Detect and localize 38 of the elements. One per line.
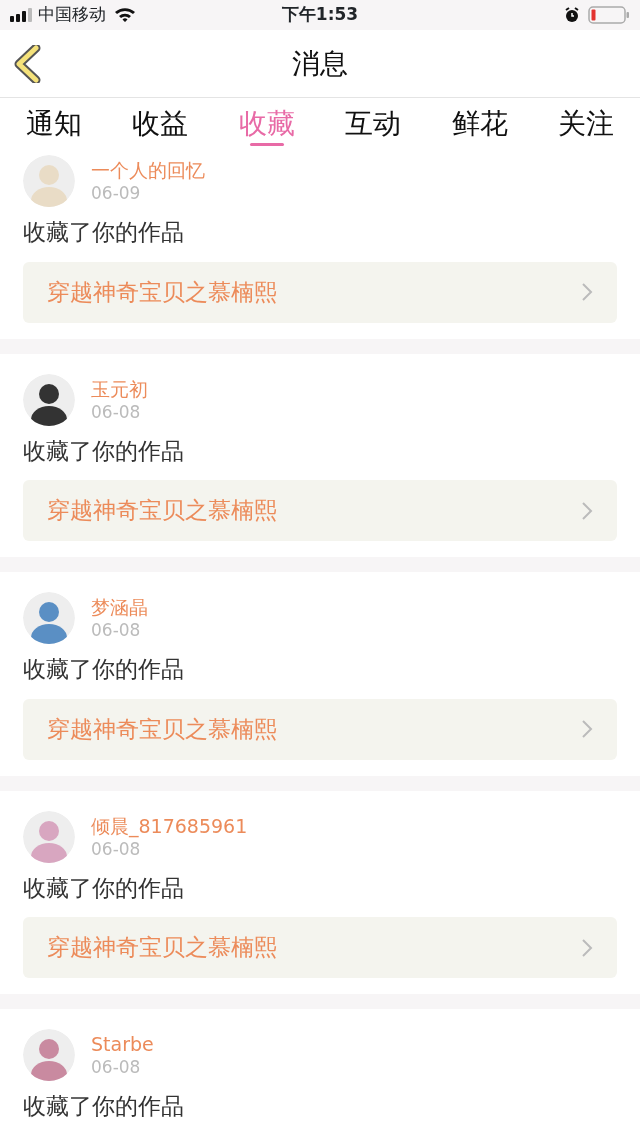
carrier-name: 中国移动 bbox=[38, 3, 106, 27]
work-link[interactable]: 穿越神奇宝贝之慕楠熙 bbox=[23, 698, 617, 760]
message-text: 收藏了你的作品 bbox=[23, 436, 185, 466]
work-link[interactable]: 穿越神奇宝贝之慕楠熙 bbox=[23, 917, 617, 978]
alarm-icon bbox=[564, 7, 580, 23]
message-date: 06-08 bbox=[91, 1056, 142, 1078]
tab[interactable]: 收益 bbox=[114, 98, 207, 150]
message-date: 06-08 bbox=[91, 400, 142, 423]
message-date: 06-08 bbox=[91, 619, 142, 641]
tab[interactable]: 收藏 bbox=[220, 98, 313, 150]
chevron-icon bbox=[581, 500, 593, 521]
page-title: 消息 bbox=[292, 45, 348, 82]
work-link[interactable]: 穿越神奇宝贝之慕楠熙 bbox=[23, 261, 617, 323]
chevron-icon bbox=[581, 937, 593, 958]
tab[interactable]: 互动 bbox=[327, 98, 420, 150]
battery-icon bbox=[588, 6, 630, 24]
user-name[interactable]: 一个人的回忆 bbox=[91, 158, 205, 182]
chevron-icon bbox=[581, 719, 593, 739]
signal-icon bbox=[10, 8, 34, 22]
user-name[interactable]: 倾晨_817685961 bbox=[91, 813, 248, 838]
tab[interactable]: 通知 bbox=[8, 98, 100, 150]
message-text: 收藏了你的作品 bbox=[23, 873, 185, 903]
tab[interactable]: 关注 bbox=[539, 98, 632, 150]
user-name[interactable]: Starbe bbox=[91, 1032, 154, 1056]
message-date: 06-09 bbox=[91, 182, 142, 204]
message-text: 收藏了你的作品 bbox=[23, 655, 185, 684]
back-icon[interactable] bbox=[14, 45, 42, 83]
chevron-icon bbox=[581, 282, 593, 302]
clock-time: 下午1:53 bbox=[281, 4, 359, 25]
user-name[interactable]: 玉元初 bbox=[91, 376, 148, 401]
work-link[interactable]: 穿越神奇宝贝之慕楠熙 bbox=[23, 480, 617, 541]
user-name[interactable]: 梦涵晶 bbox=[91, 595, 148, 619]
wifi-icon bbox=[114, 7, 136, 23]
tab[interactable]: 鲜花 bbox=[433, 98, 526, 150]
avatar[interactable] bbox=[23, 373, 75, 426]
message-text: 收藏了你的作品 bbox=[23, 1092, 185, 1121]
message-text: 收藏了你的作品 bbox=[23, 218, 185, 247]
message-date: 06-08 bbox=[91, 838, 142, 860]
